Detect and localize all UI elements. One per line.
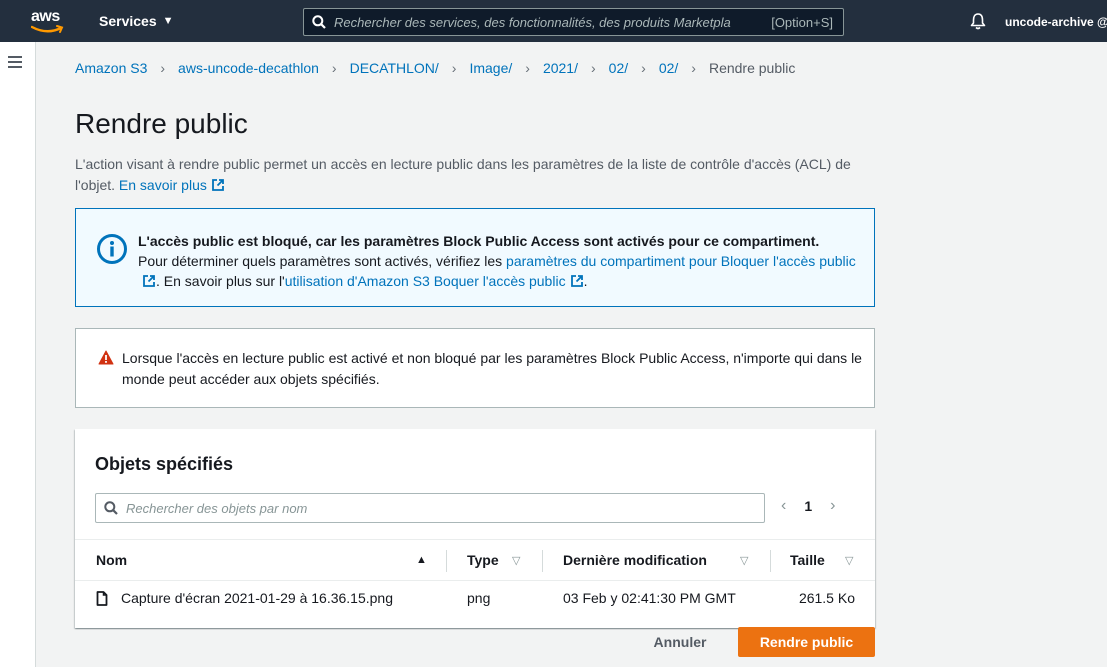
file-icon [96, 591, 108, 606]
breadcrumb: Amazon S3 › aws-uncode-decathlon › DECAT… [75, 60, 795, 76]
current-page-number[interactable]: 1 [804, 498, 812, 514]
top-navigation-bar: aws Services ▼ Rechercher des services, … [0, 0, 1107, 42]
chevron-right-icon: › [691, 60, 696, 76]
next-page-chevron-icon[interactable]: › [830, 497, 835, 515]
column-divider [542, 550, 543, 572]
chevron-right-icon: › [451, 60, 457, 76]
side-navigation-strip [0, 42, 36, 667]
column-header-size[interactable]: Taille [790, 552, 825, 568]
info-text-suffix: . [583, 273, 588, 289]
breadcrumb-item-image[interactable]: Image/ [469, 60, 512, 76]
chevron-right-icon: › [641, 60, 646, 76]
objects-table-header: Nom ▲ Type ▽ Dernière modification ▽ Tai… [75, 539, 875, 581]
sort-toggle-icon[interactable]: ▽ [512, 554, 520, 567]
hamburger-menu-icon[interactable] [8, 56, 22, 71]
object-name-link[interactable]: Capture d'écran 2021-01-29 à 16.36.15.pn… [121, 590, 393, 606]
column-divider [446, 550, 447, 572]
aws-logo-text: aws [31, 8, 60, 25]
info-text-middle: . En savoir plus sur l' [156, 273, 285, 289]
column-header-last-modified[interactable]: Dernière modification [563, 552, 707, 568]
search-shortcut-hint: [Option+S] [771, 14, 833, 30]
specified-objects-panel: Objets spécifiés ‹ 1 › Nom ▲ Type ▽ Dern… [75, 429, 875, 628]
learn-more-link[interactable]: En savoir plus [119, 177, 225, 193]
sort-toggle-icon[interactable]: ▽ [845, 554, 853, 567]
breadcrumb-item-month[interactable]: 02/ [609, 60, 628, 76]
learn-more-label: En savoir plus [118, 177, 207, 193]
external-link-icon [143, 275, 155, 287]
breadcrumb-item-bucket[interactable]: aws-uncode-decathlon [178, 60, 319, 76]
warning-icon [98, 350, 114, 365]
breadcrumb-item-amazon-s3[interactable]: Amazon S3 [75, 60, 147, 76]
external-link-icon [570, 275, 583, 287]
chevron-right-icon: › [591, 60, 596, 76]
block-public-access-info-alert: L'accès public est bloqué, car les param… [75, 208, 875, 307]
services-menu-button[interactable]: Services ▼ [99, 13, 174, 29]
info-alert-heading: L'accès public est bloqué, car les param… [138, 233, 820, 249]
breadcrumb-current: Rendre public [708, 60, 796, 76]
search-icon [304, 15, 334, 29]
block-public-access-usage-link[interactable]: utilisation d'Amazon S3 Boquer l'accès p… [285, 273, 584, 289]
breadcrumb-item-day[interactable]: 02/ [659, 60, 678, 76]
info-icon [97, 234, 127, 264]
pagination: ‹ 1 › [781, 497, 835, 515]
external-link-icon [211, 179, 224, 191]
objects-panel-title: Objets spécifiés [95, 454, 234, 474]
warning-alert-text: Lorsque l'accès en lecture public est ac… [122, 350, 862, 387]
breadcrumb-item-decathlon[interactable]: DECATHLON/ [350, 60, 439, 76]
info-alert-text: L'accès public est bloqué, car les param… [138, 231, 858, 291]
sort-toggle-icon[interactable]: ▽ [740, 554, 748, 567]
objects-search-input[interactable] [126, 500, 764, 516]
bell-icon[interactable] [970, 12, 986, 35]
usage-link-label: utilisation d'Amazon S3 Boquer l'accès p… [284, 273, 566, 289]
chevron-right-icon: › [525, 60, 530, 76]
search-icon [96, 501, 126, 515]
previous-page-chevron-icon[interactable]: ‹ [781, 497, 786, 515]
aws-smile-icon [31, 25, 64, 33]
column-header-type[interactable]: Type [467, 552, 499, 568]
page-title: Rendre public [75, 108, 248, 139]
info-text-prefix: Pour déterminer quels paramètres sont ac… [138, 253, 507, 269]
object-type: png [467, 590, 491, 606]
objects-search-field[interactable] [95, 493, 765, 523]
make-public-button[interactable]: Rendre public [738, 627, 875, 657]
table-row: Capture d'écran 2021-01-29 à 16.36.15.pn… [75, 581, 875, 619]
global-search-input[interactable]: Rechercher des services, des fonctionnal… [303, 8, 844, 36]
services-label: Services [99, 13, 157, 29]
global-search-placeholder: Rechercher des services, des fonctionnal… [334, 14, 731, 30]
column-header-name[interactable]: Nom [96, 552, 127, 568]
main-content: Amazon S3 › aws-uncode-decathlon › DECAT… [37, 42, 1107, 667]
breadcrumb-item-2021[interactable]: 2021/ [543, 60, 578, 76]
object-last-modified: 03 Feb y 02:41:30 PM GMT [563, 590, 736, 606]
chevron-right-icon: › [331, 60, 337, 76]
column-divider [770, 550, 771, 572]
info-alert-body: Pour déterminer quels paramètres sont ac… [138, 251, 858, 291]
caret-down-icon: ▼ [162, 15, 174, 27]
aws-logo[interactable]: aws [31, 6, 67, 36]
page-description: L'action visant à rendre public permet u… [75, 154, 875, 196]
account-menu[interactable]: uncode-archive @ [1005, 15, 1107, 29]
cancel-button[interactable]: Annuler [635, 628, 725, 656]
chevron-right-icon: › [160, 60, 166, 76]
public-read-warning-alert: Lorsque l'accès en lecture public est ac… [75, 328, 875, 408]
sort-ascending-icon[interactable]: ▲ [416, 554, 427, 566]
bucket-settings-link-label: paramètres du compartiment pour Bloquer … [506, 253, 856, 269]
object-size: 261.5 Ko [798, 590, 855, 606]
